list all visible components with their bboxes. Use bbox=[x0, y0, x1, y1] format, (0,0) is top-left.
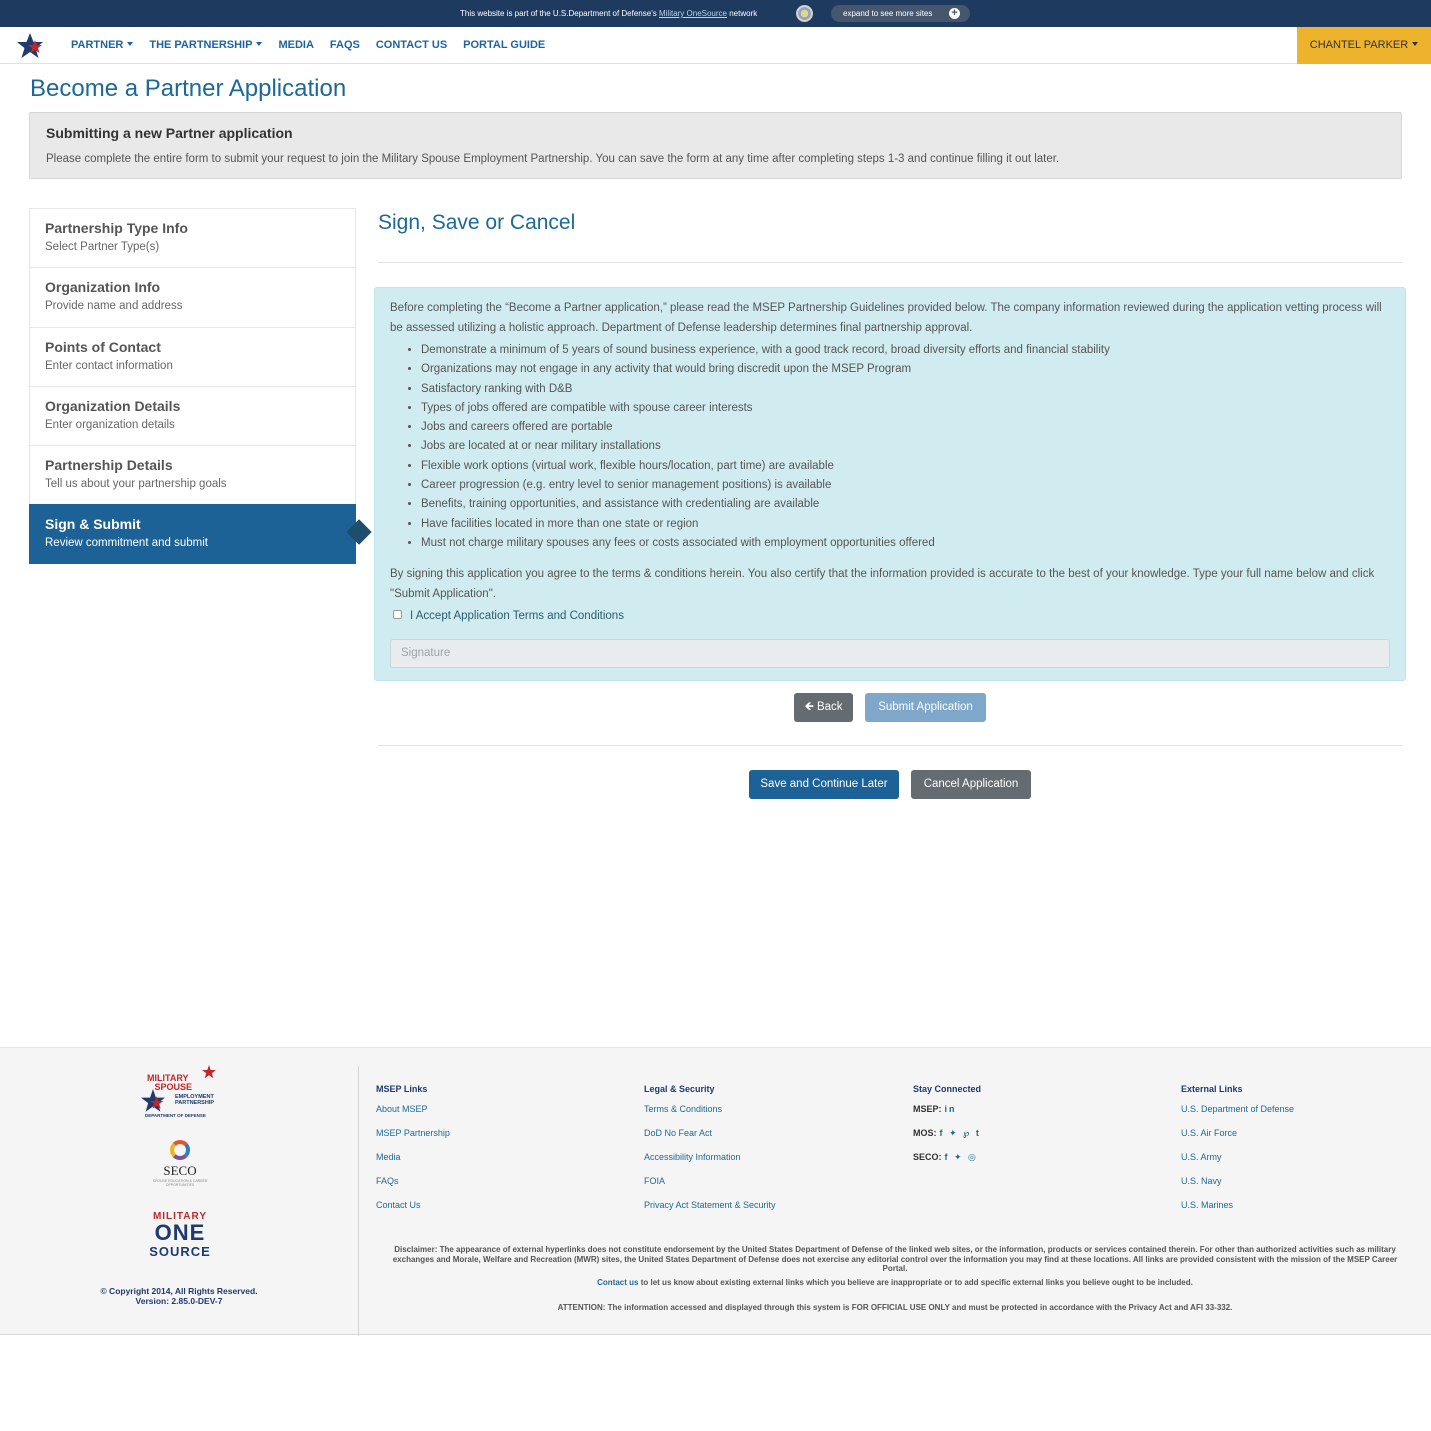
step-sign-and-submit[interactable]: Sign & Submit Review commitment and subm… bbox=[29, 504, 372, 564]
site-footer: MILITARY SPOUSE EMPLOYMENT PARTNERSHIP DE… bbox=[0, 1047, 1431, 1336]
seco-ring-icon bbox=[170, 1140, 190, 1160]
nav-item-faqs[interactable]: FAQS bbox=[330, 39, 360, 51]
step-organization-details[interactable]: Organization Details Enter organization … bbox=[29, 385, 356, 446]
nav-item-partner[interactable]: PARTNER bbox=[71, 39, 134, 51]
dod-seal-icon bbox=[796, 5, 813, 22]
footer-link-foia[interactable]: FOIA bbox=[644, 1175, 776, 1199]
footer-msep-links: MSEP Links About MSEP MSEP Partnership M… bbox=[376, 1084, 450, 1223]
step-partnership-type-info[interactable]: Partnership Type Info Select Partner Typ… bbox=[29, 208, 356, 268]
footer-link-marines[interactable]: U.S. Marines bbox=[1181, 1199, 1294, 1223]
guidelines-intro: Before completing the “Become a Partner … bbox=[390, 302, 1382, 334]
military-onesource-link[interactable]: Military OneSource bbox=[659, 9, 727, 18]
footer-attention: ATTENTION: The information accessed and … bbox=[557, 1303, 1233, 1312]
footer-link-contact-us[interactable]: Contact Us bbox=[376, 1199, 450, 1223]
banner-message: This website is part of the U.S.Departme… bbox=[460, 9, 758, 18]
nav-links: PARTNER THE PARTNERSHIP MEDIA FAQS CONTA… bbox=[71, 39, 545, 51]
msep-logo[interactable]: MILITARY SPOUSE EMPLOYMENT PARTNERSHIP DE… bbox=[140, 1065, 220, 1120]
nav-item-portal-guide[interactable]: PORTAL GUIDE bbox=[463, 39, 545, 51]
footer-external-links: External Links U.S. Department of Defens… bbox=[1181, 1084, 1294, 1223]
linkedin-icon[interactable]: in bbox=[945, 1104, 957, 1114]
seco-social-icons[interactable]: f ✦ ◎ bbox=[945, 1152, 978, 1162]
footer-link-terms[interactable]: Terms & Conditions bbox=[644, 1103, 776, 1127]
msep-star-logo-icon[interactable] bbox=[16, 32, 46, 60]
main-navbar: PARTNER THE PARTNERSHIP MEDIA FAQS CONTA… bbox=[0, 27, 1431, 64]
arrow-left-icon: 🡸 bbox=[804, 701, 817, 713]
expand-sites-button[interactable]: expand to see more sites + bbox=[831, 5, 970, 22]
footer-link-faqs[interactable]: FAQs bbox=[376, 1175, 450, 1199]
divider bbox=[378, 262, 1402, 263]
agreement-text: By signing this application you agree to… bbox=[390, 568, 1375, 600]
list-item: Types of jobs offered are compatible wit… bbox=[421, 399, 1110, 418]
signature-input[interactable]: Signature bbox=[390, 639, 1390, 668]
list-item: Jobs are located at or near military ins… bbox=[421, 437, 1110, 456]
footer-link-msep-partnership[interactable]: MSEP Partnership bbox=[376, 1127, 450, 1151]
accept-terms-checkbox[interactable] bbox=[393, 609, 402, 619]
footer-link-about-msep[interactable]: About MSEP bbox=[376, 1103, 450, 1127]
social-row-seco: SECO: f ✦ ◎ bbox=[913, 1152, 978, 1162]
footer-legal-security: Legal & Security Terms & Conditions DoD … bbox=[644, 1084, 776, 1223]
intro-text: Please complete the entire form to submi… bbox=[46, 153, 1060, 165]
star-icon bbox=[202, 1065, 216, 1079]
active-step-pointer-icon bbox=[346, 519, 372, 546]
copyright: © Copyright 2014, All Rights Reserved. V… bbox=[100, 1286, 258, 1306]
footer-link-navy[interactable]: U.S. Navy bbox=[1181, 1175, 1294, 1199]
divider bbox=[378, 745, 1402, 746]
list-item: Must not charge military spouses any fee… bbox=[421, 534, 1110, 553]
list-item: Organizations may not engage in any acti… bbox=[421, 360, 1110, 379]
footer-link-army[interactable]: U.S. Army bbox=[1181, 1151, 1294, 1175]
mos-social-icons[interactable]: f ✦ ℘ t bbox=[940, 1128, 981, 1138]
page-title: Become a Partner Application bbox=[30, 75, 347, 102]
step-partnership-details[interactable]: Partnership Details Tell us about your p… bbox=[29, 445, 356, 505]
footer-disclaimer: Disclaimer: The appearance of external h… bbox=[392, 1245, 1398, 1273]
save-and-continue-later-button[interactable]: Save and Continue Later bbox=[749, 770, 899, 799]
caret-down-icon bbox=[127, 42, 134, 46]
footer-link-privacy[interactable]: Privacy Act Statement & Security bbox=[644, 1199, 776, 1223]
list-item: Satisfactory ranking with D&B bbox=[421, 380, 1110, 399]
submit-application-button[interactable]: Submit Application bbox=[865, 693, 986, 722]
caret-down-icon bbox=[1412, 42, 1419, 46]
footer-stay-connected: Stay Connected MSEP: in MOS: f ✦ ℘ t SECO:… bbox=[913, 1084, 981, 1175]
footer-link-no-fear-act[interactable]: DoD No Fear Act bbox=[644, 1127, 776, 1151]
seco-logo[interactable]: SECO SPOUSE EDUCATION & CAREER OPPORTUNI… bbox=[150, 1140, 210, 1190]
step-points-of-contact[interactable]: Points of Contact Enter contact informat… bbox=[29, 326, 356, 386]
social-row-mos: MOS: f ✦ ℘ t bbox=[913, 1128, 981, 1138]
step-organization-info[interactable]: Organization Info Provide name and addre… bbox=[29, 267, 356, 327]
nav-item-contact-us[interactable]: CONTACT US bbox=[376, 39, 447, 51]
guidelines-list: Demonstrate a minimum of 5 years of soun… bbox=[421, 341, 1110, 553]
accept-terms-label[interactable]: I Accept Application Terms and Condition… bbox=[393, 609, 624, 622]
footer-contact-line: Contact us to let us know about existing… bbox=[597, 1278, 1193, 1287]
list-item: Benefits, training opportunities, and as… bbox=[421, 495, 1110, 514]
cancel-application-button[interactable]: Cancel Application bbox=[911, 770, 1031, 799]
footer-link-air-force[interactable]: U.S. Air Force bbox=[1181, 1127, 1294, 1151]
section-title: Sign, Save or Cancel bbox=[378, 211, 576, 234]
footer-link-accessibility[interactable]: Accessibility Information bbox=[644, 1151, 776, 1175]
social-row-msep: MSEP: in bbox=[913, 1104, 957, 1114]
back-button[interactable]: 🡸 Back bbox=[794, 693, 853, 722]
list-item: Jobs and careers offered are portable bbox=[421, 418, 1110, 437]
list-item: Career progression (e.g. entry level to … bbox=[421, 476, 1110, 495]
star-icon bbox=[141, 1089, 165, 1112]
nav-item-media[interactable]: MEDIA bbox=[278, 39, 313, 51]
footer-divider bbox=[358, 1066, 359, 1336]
dod-network-banner: This website is part of the U.S.Departme… bbox=[0, 0, 1431, 27]
list-item: Flexible work options (virtual work, fle… bbox=[421, 457, 1110, 476]
user-menu-button[interactable]: CHANTEL PARKER bbox=[1297, 27, 1431, 64]
intro-panel: Submitting a new Partner application Ple… bbox=[29, 112, 1402, 179]
intro-heading: Submitting a new Partner application bbox=[46, 125, 293, 141]
footer-link-dod[interactable]: U.S. Department of Defense bbox=[1181, 1103, 1294, 1127]
military-onesource-logo[interactable]: MILITARY ONE SOURCE bbox=[140, 1211, 220, 1259]
footer-contact-us-link[interactable]: Contact us bbox=[597, 1278, 638, 1287]
caret-down-icon bbox=[256, 42, 263, 46]
guidelines-panel: Before completing the “Become a Partner … bbox=[374, 287, 1406, 681]
footer-link-media[interactable]: Media bbox=[376, 1151, 450, 1175]
nav-item-the-partnership[interactable]: THE PARTNERSHIP bbox=[149, 39, 263, 51]
plus-icon: + bbox=[949, 8, 960, 19]
step-sidebar: Partnership Type Info Select Partner Typ… bbox=[29, 208, 372, 564]
list-item: Demonstrate a minimum of 5 years of soun… bbox=[421, 341, 1110, 360]
list-item: Have facilities located in more than one… bbox=[421, 515, 1110, 534]
